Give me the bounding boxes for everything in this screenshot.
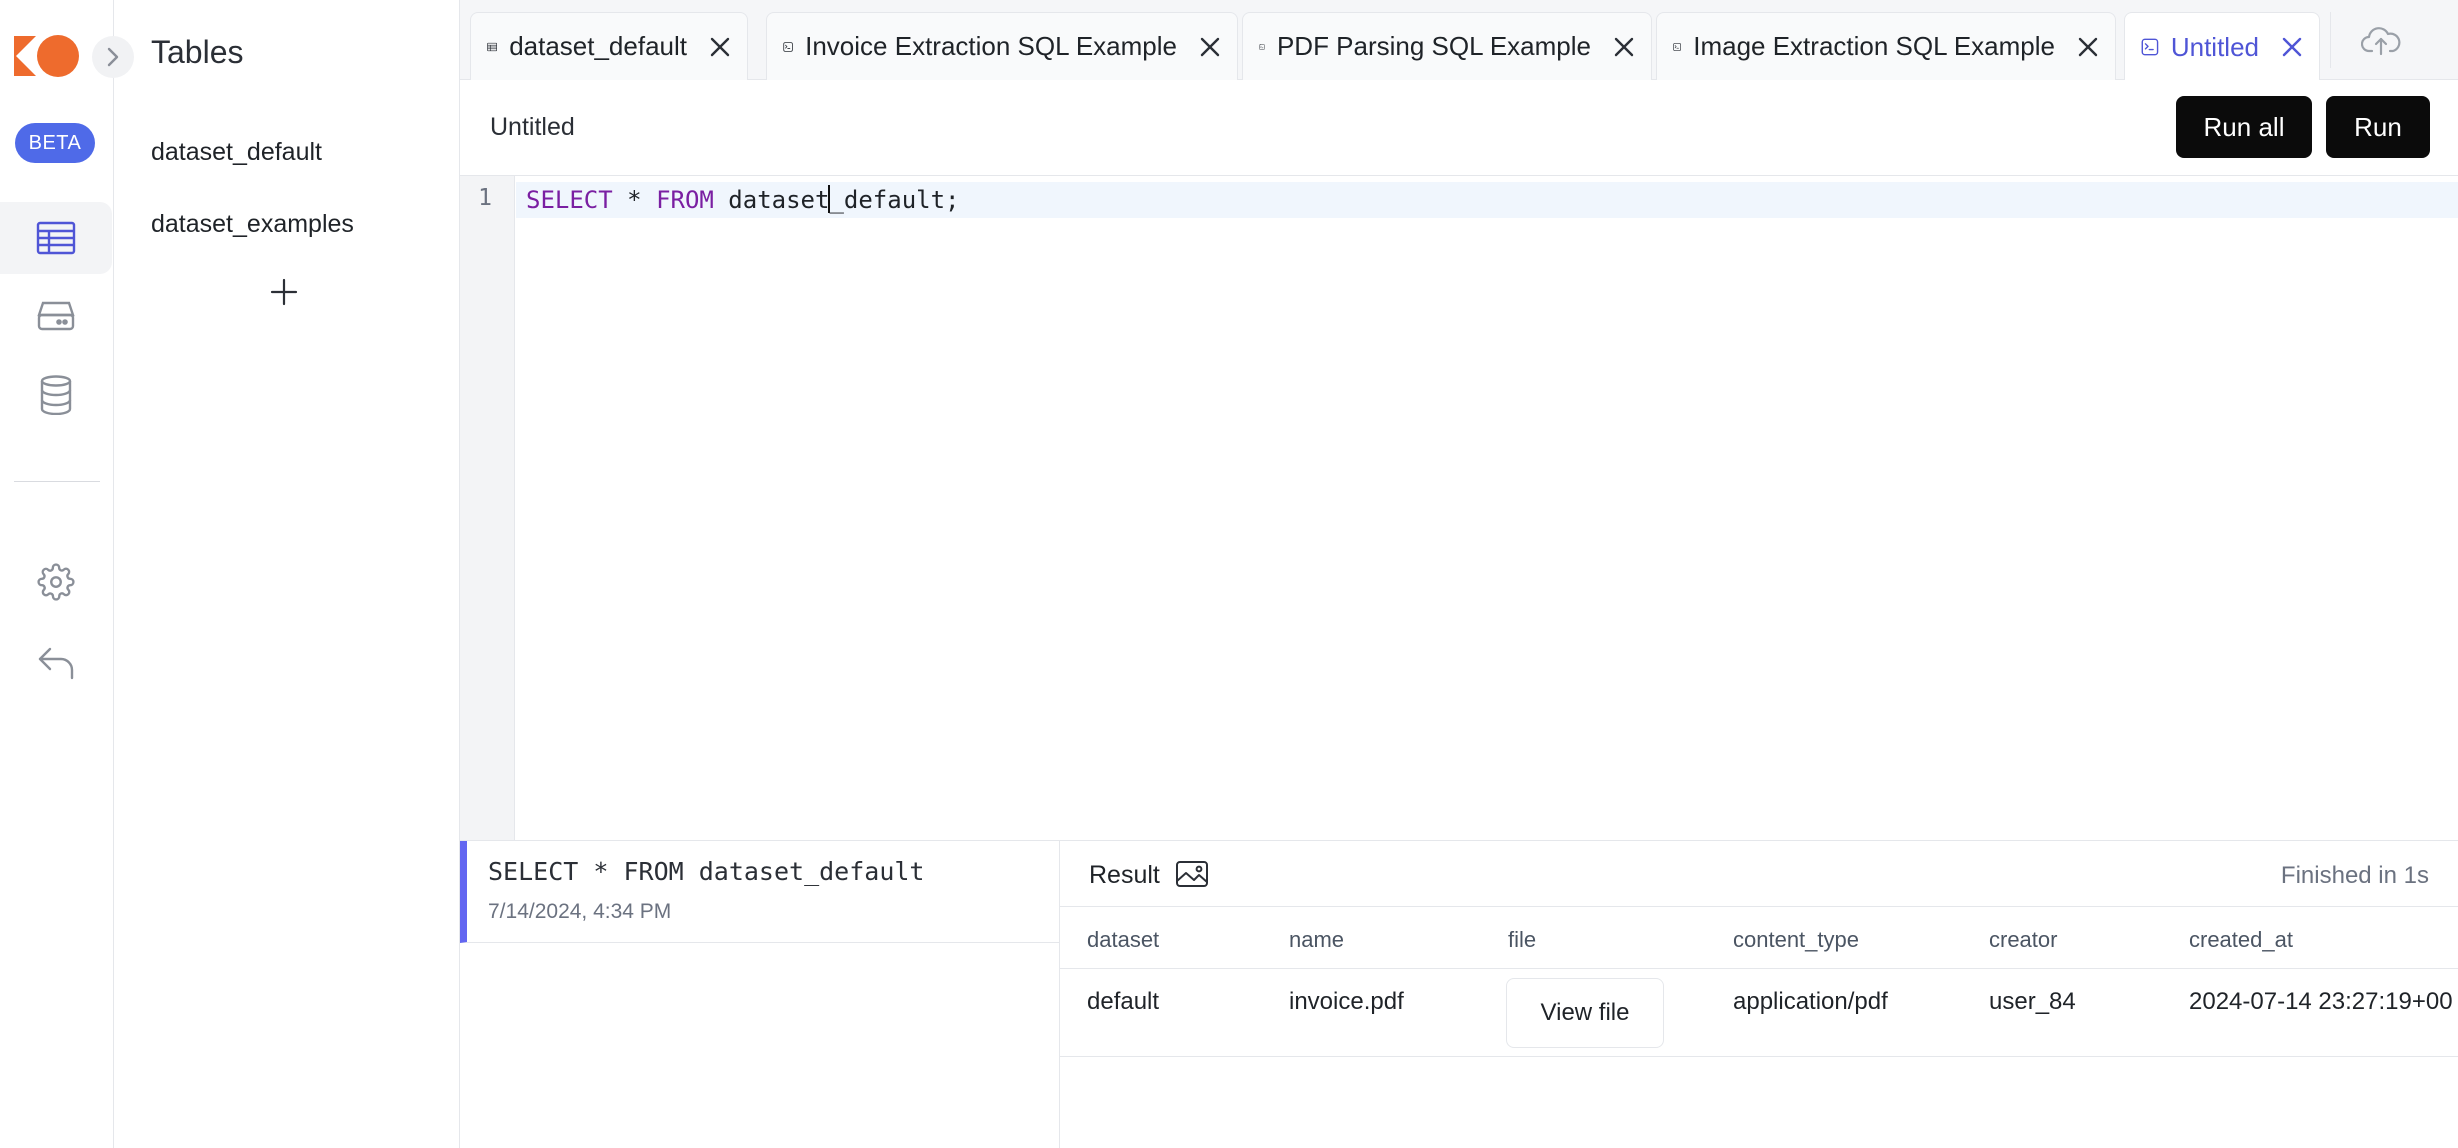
terminal-icon (783, 41, 793, 52)
code-line[interactable]: SELECT * FROM dataset_default; (526, 185, 960, 214)
chevron-right-icon (107, 47, 119, 67)
history-item[interactable]: SELECT * FROM dataset_default 7/14/2024,… (460, 841, 1060, 943)
query-history-panel: SELECT * FROM dataset_default 7/14/2024,… (460, 840, 1060, 1148)
rail-item-tables[interactable] (0, 202, 112, 274)
close-icon (1200, 37, 1220, 56)
tab-invoice-extraction[interactable]: Invoice Extraction SQL Example (766, 12, 1238, 80)
close-tab-button[interactable] (2077, 36, 2099, 58)
code-operator: * (612, 186, 657, 214)
close-icon (2282, 37, 2302, 57)
tab-label: Image Extraction SQL Example (1693, 31, 2055, 61)
image-icon (1176, 861, 1208, 887)
column-header[interactable]: dataset (1087, 927, 1159, 953)
plus-icon (270, 278, 298, 306)
cell-created-at: 2024-07-14 23:27:19+00 (2189, 988, 2453, 1015)
column-header[interactable]: name (1289, 927, 1344, 953)
tab-label: PDF Parsing SQL Example (1276, 31, 1591, 61)
rail-divider (14, 481, 100, 482)
close-icon (2078, 37, 2098, 56)
rail-item-storage[interactable] (0, 280, 112, 352)
query-title[interactable]: Untitled (490, 113, 575, 142)
app-logo-icon (14, 34, 82, 78)
column-header[interactable]: file (1508, 927, 1536, 953)
editor-gutter: 1 (460, 176, 515, 840)
close-icon (1614, 37, 1634, 56)
column-header[interactable]: content_type (1733, 927, 1859, 953)
tables-panel: Tables dataset_default dataset_examples (114, 0, 460, 1148)
image-view-toggle[interactable] (1175, 860, 1209, 893)
cloud-upload-icon (2360, 27, 2400, 56)
close-tab-button[interactable] (709, 36, 731, 58)
table-item-dataset-default[interactable]: dataset_default (151, 138, 322, 167)
column-header[interactable]: creator (1989, 927, 2057, 953)
table-icon (487, 42, 498, 51)
close-tab-button[interactable] (1613, 36, 1635, 58)
results-panel: Result Finished in 1s dataset name file … (1060, 840, 2458, 1148)
close-tab-button[interactable] (1199, 36, 1221, 58)
view-file-button[interactable]: View file (1506, 978, 1664, 1048)
main-area: dataset_default Invoice Extraction SQL E… (460, 0, 2458, 1148)
code-text: dataset (713, 186, 830, 214)
rail-item-database[interactable] (0, 359, 112, 431)
close-tab-button[interactable] (2281, 36, 2303, 58)
query-toolbar: Untitled Run all Run (460, 80, 2458, 176)
tables-title: Tables (151, 34, 244, 70)
history-timestamp: 7/14/2024, 4:34 PM (488, 900, 672, 923)
code-keyword: SELECT (526, 186, 613, 214)
beta-badge: BETA (15, 123, 95, 163)
tab-label: Untitled (2170, 31, 2259, 62)
code-text: _default; (829, 186, 960, 214)
run-all-button[interactable]: Run all (2176, 96, 2312, 158)
table-item-dataset-examples[interactable]: dataset_examples (151, 210, 354, 239)
tab-label: dataset_default (509, 31, 687, 61)
tab-untitled[interactable]: Untitled (2124, 12, 2320, 81)
tab-pdf-parsing[interactable]: PDF Parsing SQL Example (1242, 12, 1652, 80)
terminal-icon (1259, 43, 1265, 50)
cell-content-type: application/pdf (1733, 988, 1888, 1015)
table-header-row: dataset name file content_type creator c… (1060, 907, 2458, 969)
results-label: Result (1089, 861, 1160, 889)
tab-label: Invoice Extraction SQL Example (805, 31, 1177, 61)
cell-name: invoice.pdf (1289, 988, 1404, 1015)
add-table-button[interactable] (264, 272, 304, 312)
line-number: 1 (478, 185, 492, 211)
database-icon (40, 375, 72, 415)
tab-image-extraction[interactable]: Image Extraction SQL Example (1656, 12, 2116, 80)
query-status: Finished in 1s (2280, 862, 2429, 889)
gear-icon (37, 563, 75, 601)
server-icon (37, 301, 75, 331)
terminal-icon (2141, 38, 2159, 56)
icon-rail: BETA (0, 0, 114, 1148)
run-button[interactable]: Run (2326, 96, 2430, 158)
terminal-icon (1673, 42, 1681, 51)
rail-item-settings[interactable] (0, 546, 112, 618)
column-header[interactable]: created_at (2189, 927, 2293, 953)
history-query: SELECT * FROM dataset_default (488, 857, 925, 886)
upload-cloud-button[interactable] (2330, 12, 2430, 68)
sql-editor[interactable]: 1 SELECT * FROM dataset_default; (460, 176, 2458, 840)
close-icon (710, 37, 730, 56)
cell-dataset: default (1087, 988, 1160, 1015)
table-row: default invoice.pdf View file applicatio… (1060, 969, 2458, 1057)
undo-arrow-icon (38, 647, 74, 680)
results-header: Result Finished in 1s (1060, 841, 2458, 907)
table-icon (36, 221, 76, 255)
tab-dataset-default[interactable]: dataset_default (470, 12, 748, 80)
rail-item-back[interactable] (0, 627, 112, 699)
cell-creator: user_84 (1989, 988, 2076, 1015)
tab-bar: dataset_default Invoice Extraction SQL E… (460, 0, 2458, 81)
collapse-sidebar-button[interactable] (92, 36, 134, 78)
code-keyword: FROM (656, 186, 714, 214)
